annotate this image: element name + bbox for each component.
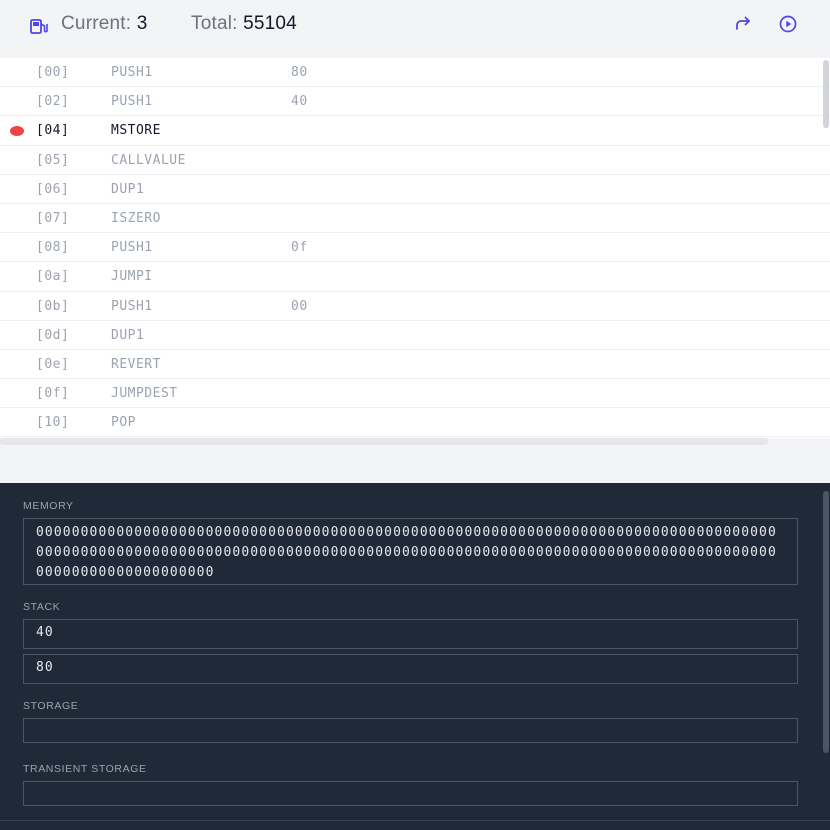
- instruction-row[interactable]: [05] CALLVALUE: [0, 146, 830, 175]
- instruction-pc: [08]: [36, 240, 70, 256]
- horizontal-scrollbar[interactable]: [0, 438, 768, 445]
- instruction-arg: 00: [291, 298, 308, 314]
- instruction-arg: 0f: [291, 240, 308, 256]
- instruction-list[interactable]: [00] PUSH1 80 [02] PUSH1 40 [04] MSTORE [05] CALL…: [0, 58, 830, 438]
- instruction-op: PUSH1: [111, 240, 153, 256]
- total-label: Total:: [191, 13, 238, 34]
- instruction-op: DUP1: [111, 327, 145, 343]
- instruction-pc: [07]: [36, 210, 70, 226]
- storage-label: STORAGE: [23, 700, 79, 712]
- panel-scrollbar[interactable]: [823, 491, 829, 753]
- instruction-op: POP: [111, 415, 136, 431]
- instruction-pc: [06]: [36, 181, 70, 197]
- current-value: 3: [136, 13, 148, 34]
- current-label: Current:: [61, 13, 132, 34]
- instruction-op: JUMPDEST: [111, 386, 178, 402]
- transient-storage-label: TRANSIENT STORAGE: [23, 763, 147, 775]
- instruction-op: PUSH1: [111, 65, 153, 80]
- instruction-pc: [0b]: [36, 298, 70, 314]
- instruction-row[interactable]: [0b] PUSH1 00: [0, 292, 830, 321]
- state-panel: MEMORY 000000000000000000000000000000000…: [0, 483, 830, 830]
- instruction-row[interactable]: [06] DUP1: [0, 175, 830, 204]
- instruction-op: MSTORE: [111, 123, 161, 139]
- divider: [0, 820, 830, 821]
- instruction-op: ISZERO: [111, 210, 161, 226]
- current-step: Current: 3: [61, 13, 148, 35]
- instruction-row[interactable]: [10] POP: [0, 408, 830, 438]
- total-value: 55104: [243, 13, 297, 34]
- instruction-op: REVERT: [111, 356, 161, 372]
- gas-pump-icon: [30, 19, 48, 34]
- transient-storage-box: [23, 781, 798, 806]
- instruction-op: DUP1: [111, 181, 145, 197]
- instruction-row[interactable]: [07] ISZERO: [0, 204, 830, 234]
- memory-label: MEMORY: [23, 500, 74, 512]
- stack-item: 80: [23, 654, 798, 684]
- instruction-row[interactable]: [00] PUSH1 80: [0, 58, 830, 88]
- instruction-pc: [05]: [36, 152, 70, 168]
- instruction-row-active[interactable]: [04] MSTORE: [0, 116, 830, 146]
- toolbar: Current: 3 Total: 55104: [0, 0, 830, 52]
- instruction-arg: 80: [291, 65, 308, 80]
- instruction-pc: [10]: [36, 415, 70, 431]
- redo-icon[interactable]: [733, 14, 753, 34]
- instruction-op: JUMPI: [111, 269, 153, 285]
- instruction-pc: [02]: [36, 94, 70, 110]
- instruction-pc: [0a]: [36, 269, 70, 285]
- play-icon[interactable]: [778, 14, 798, 34]
- instruction-row[interactable]: [0f] JUMPDEST: [0, 379, 830, 409]
- stack-item: 40: [23, 619, 798, 649]
- instruction-row[interactable]: [0a] JUMPI: [0, 262, 830, 292]
- storage-box: [23, 718, 798, 743]
- stack-label: STACK: [23, 601, 61, 613]
- instruction-list-scrollbar[interactable]: [823, 60, 829, 128]
- instruction-pc: [0e]: [36, 356, 70, 372]
- instruction-arg: 40: [291, 94, 308, 110]
- instruction-op: CALLVALUE: [111, 152, 186, 168]
- instruction-op: PUSH1: [111, 298, 153, 314]
- instruction-pc: [0d]: [36, 327, 70, 343]
- memory-box: 0000000000000000000000000000000000000000…: [23, 518, 798, 585]
- instruction-pc: [04]: [36, 123, 70, 139]
- instruction-pc: [0f]: [36, 386, 70, 402]
- instruction-row[interactable]: [0e] REVERT: [0, 350, 830, 380]
- total-gas: Total: 55104: [191, 13, 297, 35]
- breakpoint-icon[interactable]: [10, 126, 24, 137]
- instruction-row[interactable]: [08] PUSH1 0f: [0, 233, 830, 263]
- instruction-row[interactable]: [02] PUSH1 40: [0, 87, 830, 117]
- instruction-op: PUSH1: [111, 94, 153, 110]
- instruction-row[interactable]: [0d] DUP1: [0, 321, 830, 350]
- instruction-pc: [00]: [36, 65, 70, 80]
